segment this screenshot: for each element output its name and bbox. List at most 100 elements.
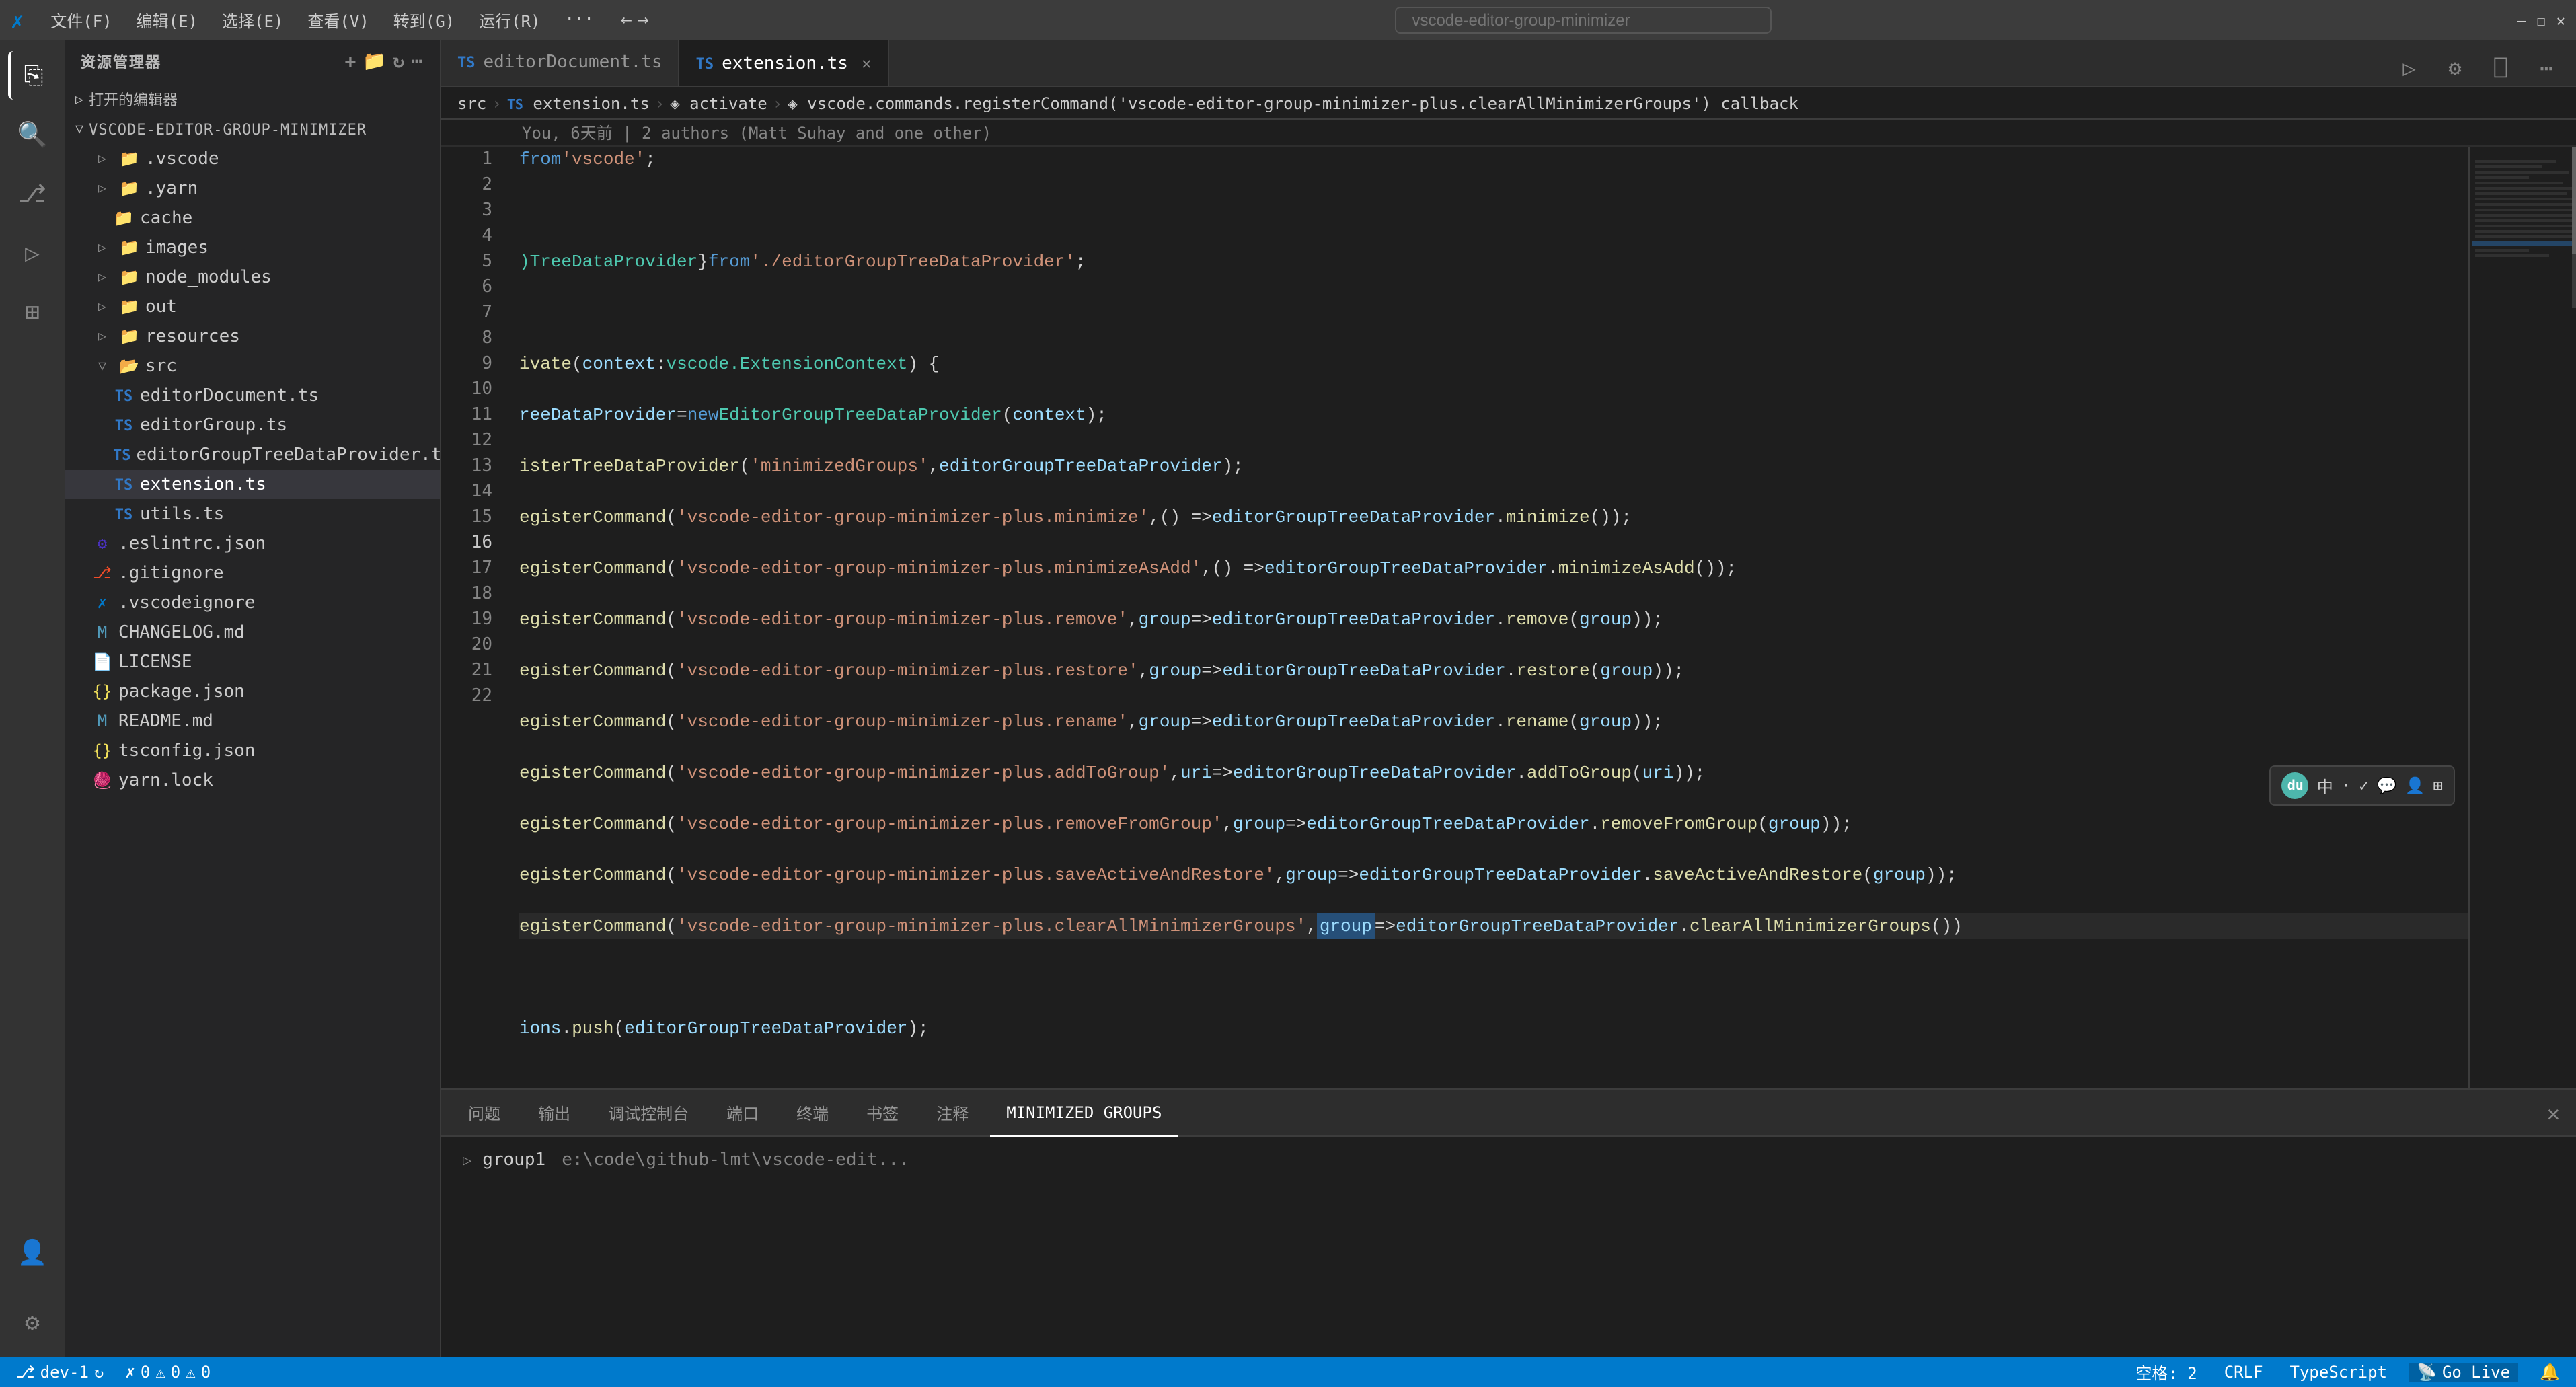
more-button[interactable]: ⋯ [2528, 48, 2565, 86]
chevron-icon: ▽ [75, 122, 83, 137]
tree-item-extension[interactable]: TS extension.ts [65, 470, 440, 499]
breadcrumb-callback[interactable]: ◈ vscode.commands.registerCommand('vscod… [788, 93, 1798, 112]
activity-explorer[interactable]: ⎘ [8, 51, 56, 100]
ts-icon: TS [113, 505, 135, 523]
tree-item-out[interactable]: ▷ 📁 out [65, 292, 440, 322]
check-icon[interactable]: ✓ [2359, 776, 2368, 795]
grid-icon[interactable]: ⊞ [2433, 776, 2443, 795]
collapse-icon[interactable]: ⋯ [411, 51, 424, 73]
panel-tab-debug-console[interactable]: 调试控制台 [592, 1089, 705, 1136]
refresh-icon[interactable]: ↻ [393, 51, 406, 73]
tree-item-eslintrc[interactable]: ⚙ .eslintrc.json [65, 529, 440, 558]
tree-item-tsconfig[interactable]: {} tsconfig.json [65, 736, 440, 765]
activity-account[interactable]: 👤 [8, 1228, 56, 1277]
menu-file[interactable]: 文件(F) [40, 6, 122, 34]
status-branch[interactable]: ⎇ dev-1 ↻ [11, 1363, 109, 1382]
tree-item-license[interactable]: 📄 LICENSE [65, 647, 440, 677]
project-section[interactable]: ▽ VSCODE-EDITOR-GROUP-MINIMIZER [65, 116, 440, 144]
tree-item-vscode[interactable]: ▷ 📁 .vscode [65, 144, 440, 174]
tab-extension[interactable]: TS extension.ts ✕ [680, 40, 889, 86]
user-icon[interactable]: 👤 [2405, 776, 2425, 795]
activity-debug[interactable]: ▷ [8, 229, 56, 277]
tree-item-yarnlock[interactable]: 🧶 yarn.lock [65, 765, 440, 795]
tree-item-node-modules[interactable]: ▷ 📁 node_modules [65, 262, 440, 292]
panel-tab-comments[interactable]: 注释 [920, 1089, 985, 1136]
panel-tab-ports[interactable]: 端口 [710, 1089, 775, 1136]
panel-tab-minimized-groups[interactable]: MINIMIZED GROUPS [990, 1089, 1178, 1136]
activity-extensions[interactable]: ⊞ [8, 288, 56, 336]
panel-tab-problems[interactable]: 问题 [452, 1089, 517, 1136]
panel-close-button[interactable]: ✕ [2542, 1094, 2565, 1131]
tree-item-utils[interactable]: TS utils.ts [65, 499, 440, 529]
panel-group-item[interactable]: ▷ group1 e:\code\github-lmt\vscode-edit.… [463, 1148, 2554, 1173]
git-blame-text: You, 6天前 | 2 authors (Matt Suhay and one… [522, 121, 991, 144]
tree-item-yarn[interactable]: ▷ 📁 .yarn [65, 174, 440, 203]
error-icon: ✗ [125, 1363, 135, 1382]
split-button[interactable]: ⎕ [2482, 48, 2520, 86]
panel-content: ▷ group1 e:\code\github-lmt\vscode-edit.… [441, 1137, 2576, 1357]
tree-item-resources[interactable]: ▷ 📁 resources [65, 322, 440, 351]
menu-edit[interactable]: 编辑(E) [126, 6, 209, 34]
code-editor[interactable]: from 'vscode'; )TreeDataProvider } from … [508, 147, 2468, 1088]
status-language[interactable]: TypeScript [2285, 1363, 2393, 1382]
menu-goto[interactable]: 转到(G) [383, 6, 465, 34]
status-errors[interactable]: ✗ 0 ⚠ 0 ⚠ 0 [120, 1363, 216, 1382]
window-minimize[interactable]: — [2517, 11, 2526, 29]
status-spaces[interactable]: 空格: 2 [2130, 1361, 2202, 1384]
tree-item-changelog[interactable]: M CHANGELOG.md [65, 617, 440, 647]
menu-select[interactable]: 选择(E) [211, 6, 294, 34]
status-eol[interactable]: CRLF [2219, 1363, 2269, 1382]
breadcrumb-src[interactable]: src [457, 93, 486, 112]
nav-forward[interactable]: → [638, 9, 649, 31]
tree-item-images[interactable]: ▷ 📁 images [65, 233, 440, 262]
comment-icon[interactable]: 💬 [2377, 776, 2397, 795]
tree-item-editor-group[interactable]: TS editorGroup.ts [65, 410, 440, 440]
tree-item-editor-group-tree[interactable]: TS editorGroupTreeDataProvider.ts [65, 440, 440, 470]
tab-close-button[interactable]: ✕ [862, 54, 871, 73]
menu-run[interactable]: 运行(R) [468, 6, 551, 34]
tree-item-gitignore[interactable]: ⎇ .gitignore [65, 558, 440, 588]
activity-source-control[interactable]: ⎇ [8, 170, 56, 218]
minimap [2468, 147, 2576, 1088]
debug-button[interactable]: ⚙ [2436, 48, 2474, 86]
tree-item-label: extension.ts [140, 474, 266, 494]
open-editors-label: 打开的编辑器 [89, 89, 178, 110]
folder-icon: 📁 [118, 268, 140, 287]
panel-tab-terminal[interactable]: 终端 [780, 1089, 845, 1136]
panel-tab-bookmarks[interactable]: 书签 [850, 1089, 915, 1136]
ts-icon: TS [113, 416, 135, 434]
tree-item-readme[interactable]: M README.md [65, 706, 440, 736]
tree-item-cache[interactable]: 📁 cache [65, 203, 440, 233]
tab-editor-document[interactable]: TS editorDocument.ts [441, 40, 680, 86]
tree-item-package-json[interactable]: {} package.json [65, 677, 440, 706]
suggestion-text: 中 [2317, 774, 2333, 797]
chevron-icon: ▷ [91, 240, 113, 255]
git-blame: You, 6天前 | 2 authors (Matt Suhay and one… [441, 120, 2576, 147]
breadcrumb-activate[interactable]: ◈ activate [670, 93, 767, 112]
editor-content[interactable]: 1 2 3 4 5 6 7 8 9 10 11 12 13 14 15 16 1… [441, 147, 2576, 1088]
inline-suggestion-popup[interactable]: du 中 · ✓ 💬 👤 ⊞ [2270, 765, 2455, 806]
editor-area: TS editorDocument.ts TS extension.ts ✕ ▷… [441, 40, 2576, 1357]
open-editors-section[interactable]: ▷ 打开的编辑器 [65, 83, 440, 116]
panel-tab-output[interactable]: 输出 [522, 1089, 586, 1136]
new-file-icon[interactable]: + [345, 51, 358, 73]
activity-search[interactable]: 🔍 [8, 110, 56, 159]
error-count: 0 [141, 1363, 150, 1382]
tree-item-vscodeignore[interactable]: ✗ .vscodeignore [65, 588, 440, 617]
activity-settings[interactable]: ⚙ [8, 1298, 56, 1347]
tree-item-editor-document[interactable]: TS editorDocument.ts [65, 381, 440, 410]
window-maximize[interactable]: ☐ [2537, 11, 2546, 29]
status-notification[interactable]: 🔔 [2534, 1363, 2565, 1382]
menu-bar: 文件(F) 编辑(E) 选择(E) 查看(V) 转到(G) 运行(R) ··· [40, 6, 605, 34]
nav-back[interactable]: ← [621, 9, 632, 31]
search-input[interactable] [1394, 7, 1771, 34]
new-folder-icon[interactable]: 📁 [363, 51, 387, 73]
menu-more[interactable]: ··· [554, 6, 605, 34]
run-button[interactable]: ▷ [2390, 48, 2428, 86]
window-close[interactable]: ✕ [2556, 11, 2565, 29]
language-label: TypeScript [2290, 1363, 2388, 1382]
breadcrumb-file[interactable]: TS extension.ts [507, 93, 650, 112]
menu-view[interactable]: 查看(V) [297, 6, 379, 34]
tree-item-src[interactable]: ▽ 📂 src [65, 351, 440, 381]
status-go-live[interactable]: 📡 Go Live [2409, 1363, 2518, 1382]
